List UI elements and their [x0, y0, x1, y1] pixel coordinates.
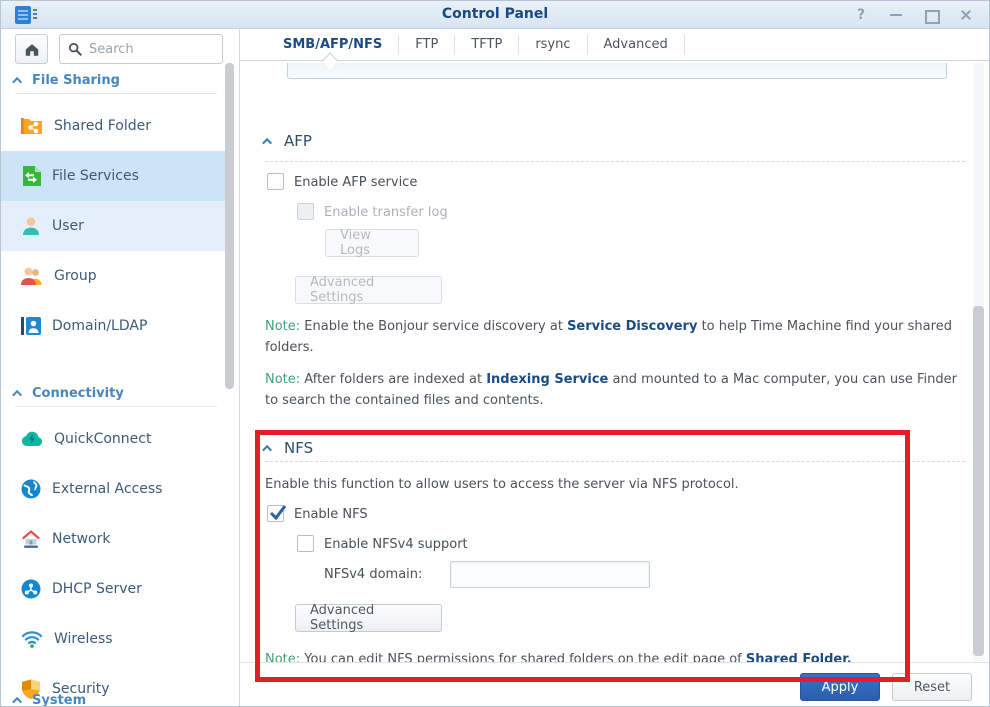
sidebar-item-user[interactable]: User — [1, 201, 225, 251]
enable-nfsv4-checkbox[interactable] — [297, 535, 314, 552]
afp-indexing-note: Note: After folders are indexed at Index… — [265, 369, 967, 411]
tab-ftp[interactable]: FTP — [399, 35, 455, 55]
content-scrollbar-thumb[interactable] — [973, 306, 984, 656]
wireless-icon — [21, 630, 43, 648]
sidebar-item-label: Wireless — [54, 631, 113, 647]
tab-tftp[interactable]: TFTP — [455, 35, 519, 55]
main-panel: SMB/AFP/NFS FTP TFTP rsync Advanced AFP … — [239, 29, 990, 707]
sidebar-item-group[interactable]: Group — [1, 251, 225, 301]
sidebar: File Sharing Shared Folder File Service — [1, 29, 239, 707]
indexing-service-link[interactable]: Indexing Service — [486, 372, 608, 387]
user-icon — [21, 216, 41, 236]
divider — [15, 93, 217, 94]
nfs-section-highlight-box — [255, 430, 910, 682]
enable-nfs-label: Enable NFS — [294, 507, 368, 522]
nfs-advanced-settings-button[interactable]: Advanced Settings — [295, 604, 442, 632]
minimize-icon[interactable] — [889, 8, 903, 22]
sidebar-item-label: Network — [52, 531, 110, 547]
sidebar-item-label: Group — [54, 268, 97, 284]
quickconnect-icon — [21, 431, 43, 447]
collapse-afp-icon — [262, 137, 272, 147]
sidebar-item-label: External Access — [52, 481, 162, 497]
maximize-icon[interactable] — [924, 8, 938, 22]
divider — [265, 161, 965, 162]
help-icon[interactable]: ? — [854, 8, 868, 22]
footer-bar: Apply Reset — [240, 662, 990, 707]
shared-folder-icon — [21, 117, 43, 135]
sidebar-item-dhcp-server[interactable]: DHCP Server — [1, 564, 225, 614]
sidebar-item-network[interactable]: Network — [1, 514, 225, 564]
titlebar: Control Panel ? — [1, 1, 989, 29]
tab-smb-afp-nfs[interactable]: SMB/AFP/NFS — [267, 35, 399, 55]
sidebar-item-quickconnect[interactable]: QuickConnect — [1, 414, 225, 464]
nfsv4-domain-label: NFSv4 domain: — [324, 567, 422, 582]
tab-rsync[interactable]: rsync — [519, 35, 587, 55]
network-icon — [21, 529, 41, 549]
enable-afp-service-checkbox[interactable] — [267, 173, 284, 190]
home-button[interactable] — [15, 34, 48, 64]
tab-advanced[interactable]: Advanced — [588, 35, 685, 55]
reset-button[interactable]: Reset — [892, 673, 972, 701]
sidebar-item-wireless[interactable]: Wireless — [1, 614, 225, 664]
sidebar-item-domain-ldap[interactable]: Domain/LDAP — [1, 301, 225, 351]
sidebar-item-shared-folder[interactable]: Shared Folder — [1, 101, 225, 151]
window-title: Control Panel — [1, 6, 989, 22]
search-icon — [68, 42, 82, 56]
close-icon[interactable] — [959, 8, 973, 22]
sidebar-item-file-services[interactable]: File Services — [1, 151, 225, 201]
enable-nfs-checkbox[interactable] — [267, 505, 284, 522]
sidebar-item-label: Shared Folder — [54, 118, 151, 134]
sidebar-section-connectivity[interactable]: Connectivity — [15, 386, 124, 401]
tabbar: SMB/AFP/NFS FTP TFTP rsync Advanced — [240, 29, 990, 61]
sidebar-item-label: QuickConnect — [54, 431, 151, 447]
dhcp-server-icon — [21, 579, 41, 599]
apply-button[interactable]: Apply — [800, 673, 880, 701]
search-input[interactable] — [89, 42, 207, 57]
sidebar-item-label: Domain/LDAP — [52, 318, 147, 334]
chevron-up-icon — [12, 77, 22, 87]
nfs-section-header[interactable]: NFS — [265, 439, 313, 457]
sidebar-item-label: File Services — [52, 168, 139, 184]
afp-bonjour-note: Note: Enable the Bonjour service discove… — [265, 316, 967, 358]
sidebar-section-file-sharing[interactable]: File Sharing — [15, 73, 120, 88]
domain-ldap-icon — [21, 316, 41, 336]
content-scroll-area: AFP Enable AFP service Enable transfer l… — [240, 62, 990, 690]
enable-transfer-log-checkbox[interactable] — [297, 203, 314, 220]
external-access-icon — [21, 479, 41, 499]
sidebar-item-external-access[interactable]: External Access — [1, 464, 225, 514]
file-services-icon — [21, 166, 41, 186]
enable-afp-service-label: Enable AFP service — [294, 175, 417, 190]
afp-advanced-settings-button[interactable]: Advanced Settings — [295, 276, 442, 304]
nfsv4-domain-input[interactable] — [450, 561, 650, 588]
enable-transfer-log-label: Enable transfer log — [324, 205, 448, 220]
afp-section-header[interactable]: AFP — [265, 132, 312, 150]
control-panel-window: Control Panel ? File Sharing — [0, 0, 990, 707]
collapse-nfs-icon — [262, 444, 272, 454]
nfs-description: Enable this function to allow users to a… — [265, 474, 967, 495]
enable-nfsv4-label: Enable NFSv4 support — [324, 537, 468, 552]
home-icon — [24, 42, 40, 57]
divider — [265, 461, 965, 462]
chevron-up-icon — [12, 390, 22, 400]
partially-scrolled-panel — [287, 63, 947, 79]
divider — [15, 406, 217, 407]
sidebar-item-label: DHCP Server — [52, 581, 142, 597]
sidebar-scrollbar[interactable] — [225, 63, 234, 389]
sidebar-item-label: User — [52, 218, 84, 234]
sidebar-section-system[interactable]: System — [15, 693, 86, 707]
service-discovery-link[interactable]: Service Discovery — [567, 319, 697, 334]
group-icon — [21, 266, 43, 286]
view-logs-button[interactable]: View Logs — [325, 229, 419, 257]
search-box — [59, 34, 223, 64]
